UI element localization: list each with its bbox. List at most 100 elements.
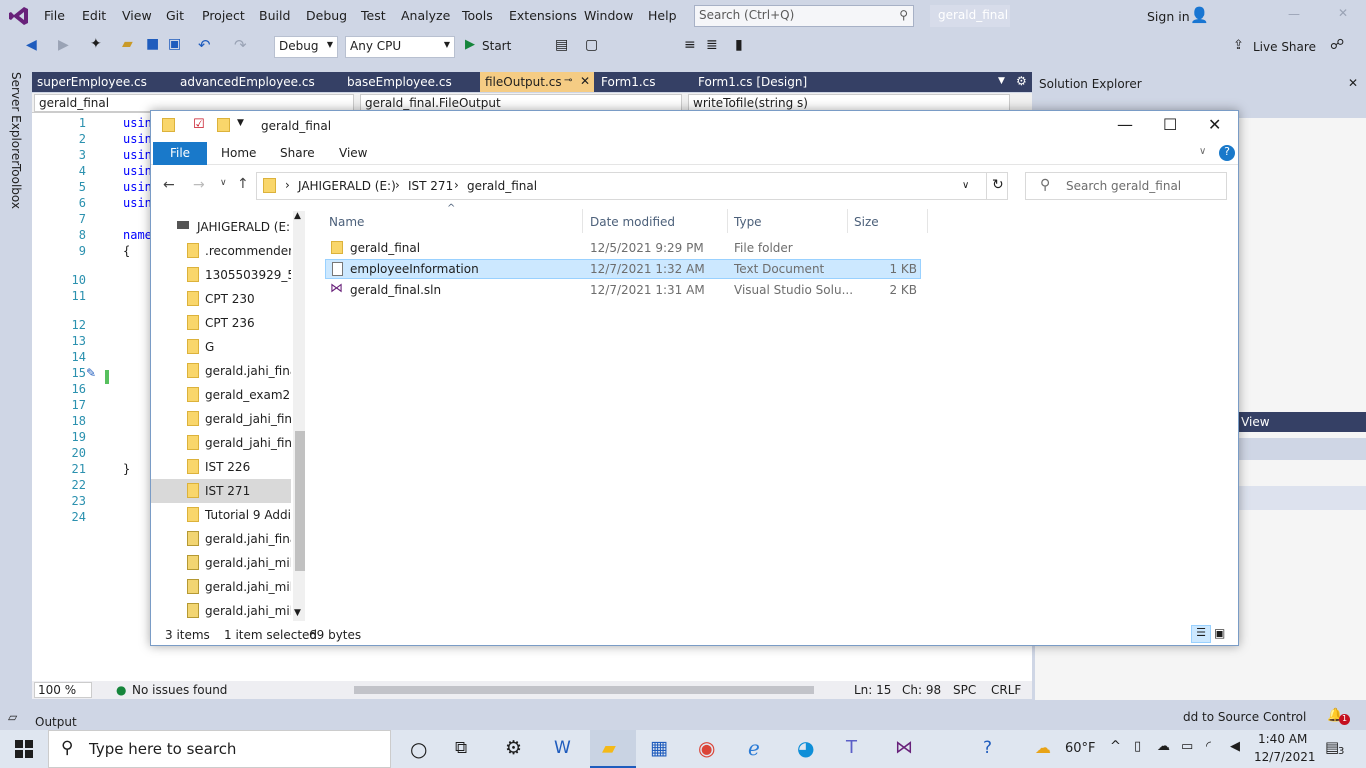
save-all-icon[interactable]: ▣ bbox=[168, 36, 181, 52]
properties-icon[interactable]: ☑ bbox=[193, 117, 205, 132]
file-row-solution[interactable]: ⋈ gerald_final.sln 12/7/2021 1:31 AM Vis… bbox=[325, 280, 921, 300]
nav-folder-item[interactable]: gerald_jahi_final bbox=[151, 407, 291, 431]
sign-in-link[interactable]: Sign in bbox=[1147, 9, 1190, 24]
ribbon-tab-home[interactable]: Home bbox=[221, 146, 256, 160]
cortana-icon[interactable]: ○ bbox=[410, 737, 427, 761]
menu-project[interactable]: Project bbox=[202, 8, 245, 23]
quick-actions-icon[interactable]: ✎ bbox=[86, 366, 96, 380]
nav-pane-scroll-thumb[interactable] bbox=[295, 431, 305, 571]
tab-form1-design[interactable]: Form1.cs [Design] bbox=[693, 72, 837, 92]
menu-tools[interactable]: Tools bbox=[462, 8, 493, 23]
teams-icon[interactable]: T bbox=[846, 737, 857, 758]
new-project-icon[interactable]: ✦ bbox=[90, 36, 102, 52]
pin-icon[interactable]: ⊸ bbox=[564, 75, 572, 86]
nav-folder-item[interactable]: Tutorial 9 Additio bbox=[151, 503, 291, 527]
visual-studio-logo-icon[interactable] bbox=[8, 5, 30, 27]
quick-access-dropdown-icon[interactable]: ▼ bbox=[237, 118, 244, 128]
menu-window[interactable]: Window bbox=[584, 8, 633, 23]
nav-zip-item[interactable]: gerald.jahi_miles bbox=[151, 599, 291, 623]
column-divider[interactable] bbox=[582, 209, 583, 233]
nav-folder-item[interactable]: gerald_exam2 bbox=[151, 383, 291, 407]
screenshot-icon[interactable]: ▢ bbox=[585, 37, 598, 53]
file-row-folder[interactable]: gerald_final 12/5/2021 9:29 PM File fold… bbox=[325, 238, 921, 258]
platform-select[interactable]: Any CPU ▼ bbox=[345, 36, 455, 58]
file-explorer-taskbar-button[interactable]: ▰ bbox=[590, 730, 636, 768]
breadcrumb-gerald-final[interactable]: gerald_final bbox=[467, 179, 537, 193]
start-button[interactable]: Start bbox=[482, 39, 511, 53]
recent-locations-icon[interactable]: ∨ bbox=[220, 178, 227, 188]
menu-git[interactable]: Git bbox=[166, 8, 184, 23]
gear-icon[interactable]: ⚙ bbox=[1016, 74, 1027, 88]
ribbon-tab-file[interactable]: File bbox=[153, 142, 207, 165]
chrome-icon[interactable]: ◉ bbox=[698, 736, 715, 760]
undo-icon[interactable]: ↶ bbox=[198, 36, 211, 54]
weather-icon[interactable]: ☁ bbox=[1035, 738, 1051, 757]
menu-file[interactable]: File bbox=[44, 8, 65, 23]
menu-build[interactable]: Build bbox=[259, 8, 290, 23]
breadcrumb-ist271[interactable]: IST 271 bbox=[408, 179, 453, 193]
column-type[interactable]: Type bbox=[734, 215, 762, 229]
nav-zip-item[interactable]: gerald.jahi_final bbox=[151, 527, 291, 551]
breadcrumb-drive[interactable]: JAHIGERALD (E:) bbox=[298, 179, 396, 193]
column-name[interactable]: Name bbox=[329, 215, 364, 229]
save-icon[interactable]: ■ bbox=[146, 36, 159, 52]
open-folder-icon[interactable]: ▰ bbox=[122, 36, 133, 52]
nav-folder-item[interactable]: 1305503929_5811 bbox=[151, 263, 291, 287]
battery-icon[interactable]: ▭ bbox=[1181, 739, 1193, 754]
back-icon[interactable]: ◀ bbox=[26, 37, 37, 53]
ribbon-tab-view[interactable]: View bbox=[339, 146, 367, 160]
wifi-icon[interactable]: ◜ bbox=[1206, 739, 1211, 754]
live-share-icon[interactable]: ⇪ bbox=[1233, 38, 1244, 53]
onedrive-icon[interactable]: ☁ bbox=[1157, 739, 1170, 754]
maximize-icon[interactable]: ☐ bbox=[1163, 115, 1177, 134]
menu-debug[interactable]: Debug bbox=[306, 8, 347, 23]
server-explorer-tab[interactable]: Server Explorer bbox=[9, 72, 23, 165]
menu-edit[interactable]: Edit bbox=[82, 8, 106, 23]
nav-folder-item[interactable]: CPT 230 bbox=[151, 287, 291, 311]
visual-studio-taskbar-icon[interactable]: ⋈ bbox=[895, 737, 913, 758]
menu-view[interactable]: View bbox=[122, 8, 152, 23]
vs-close-icon[interactable]: ✕ bbox=[1338, 6, 1348, 20]
feedback-icon[interactable]: ☍ bbox=[1330, 37, 1344, 53]
column-size[interactable]: Size bbox=[854, 215, 879, 229]
vs-minimize-icon[interactable]: — bbox=[1288, 7, 1300, 21]
tab-fileoutput[interactable]: fileOutput.cs ⊸ ✕ bbox=[480, 72, 594, 92]
comment-icon[interactable]: ≡ bbox=[684, 37, 696, 53]
internet-explorer-icon[interactable]: ℯ bbox=[748, 736, 760, 760]
vs-search-input[interactable]: Search (Ctrl+Q) ⚲ bbox=[694, 5, 914, 27]
close-icon[interactable]: ✕ bbox=[1208, 115, 1221, 134]
nav-folder-item[interactable]: IST 226 bbox=[151, 455, 291, 479]
column-date-modified[interactable]: Date modified bbox=[590, 215, 675, 229]
weather-temp[interactable]: 60°F bbox=[1065, 741, 1096, 756]
issues-label[interactable]: No issues found bbox=[132, 683, 227, 697]
help-icon[interactable]: ? bbox=[983, 738, 992, 758]
output-window-icon[interactable]: ▱ bbox=[8, 710, 17, 724]
back-arrow-icon[interactable]: ← bbox=[163, 177, 175, 193]
clock-date[interactable]: 12/7/2021 bbox=[1254, 750, 1316, 764]
nav-folder-item[interactable]: gerald_jahi_final bbox=[151, 431, 291, 455]
zoom-select[interactable]: 100 % bbox=[34, 682, 92, 698]
edge-icon[interactable]: ◕ bbox=[797, 736, 814, 760]
tray-chevron-icon[interactable]: ^ bbox=[1110, 739, 1121, 754]
scroll-down-icon[interactable]: ▼ bbox=[294, 608, 301, 618]
nav-zip-item[interactable]: gerald.jahi_miles bbox=[151, 551, 291, 575]
forward-icon[interactable]: ▶ bbox=[58, 37, 69, 53]
tab-baseemployee[interactable]: baseEmployee.cs bbox=[342, 72, 480, 92]
account-icon[interactable]: 👤 bbox=[1190, 6, 1209, 24]
column-divider[interactable] bbox=[847, 209, 848, 233]
nav-folder-item[interactable]: .recommenders bbox=[151, 239, 291, 263]
address-bar[interactable]: › JAHIGERALD (E:) › IST 271 › gerald_fin… bbox=[256, 172, 1008, 200]
find-files-icon[interactable]: ▤ bbox=[555, 37, 568, 53]
start-play-icon[interactable]: ▶ bbox=[465, 37, 475, 52]
explorer-search-input[interactable]: ⚲ Search gerald_final bbox=[1025, 172, 1227, 200]
details-view-icon[interactable]: ☰ bbox=[1191, 625, 1211, 643]
phone-icon[interactable]: ▯ bbox=[1134, 739, 1141, 754]
help-icon[interactable]: ? bbox=[1219, 145, 1235, 161]
bookmark-icon[interactable]: ▮ bbox=[735, 37, 743, 53]
forward-arrow-icon[interactable]: → bbox=[193, 177, 205, 193]
close-tab-icon[interactable]: ✕ bbox=[580, 74, 590, 88]
nav-folder-item-selected[interactable]: IST 271 bbox=[151, 479, 291, 503]
up-arrow-icon[interactable]: ↑ bbox=[237, 176, 249, 192]
horizontal-scrollbar[interactable] bbox=[354, 686, 814, 694]
live-share-button[interactable]: Live Share bbox=[1253, 40, 1316, 54]
